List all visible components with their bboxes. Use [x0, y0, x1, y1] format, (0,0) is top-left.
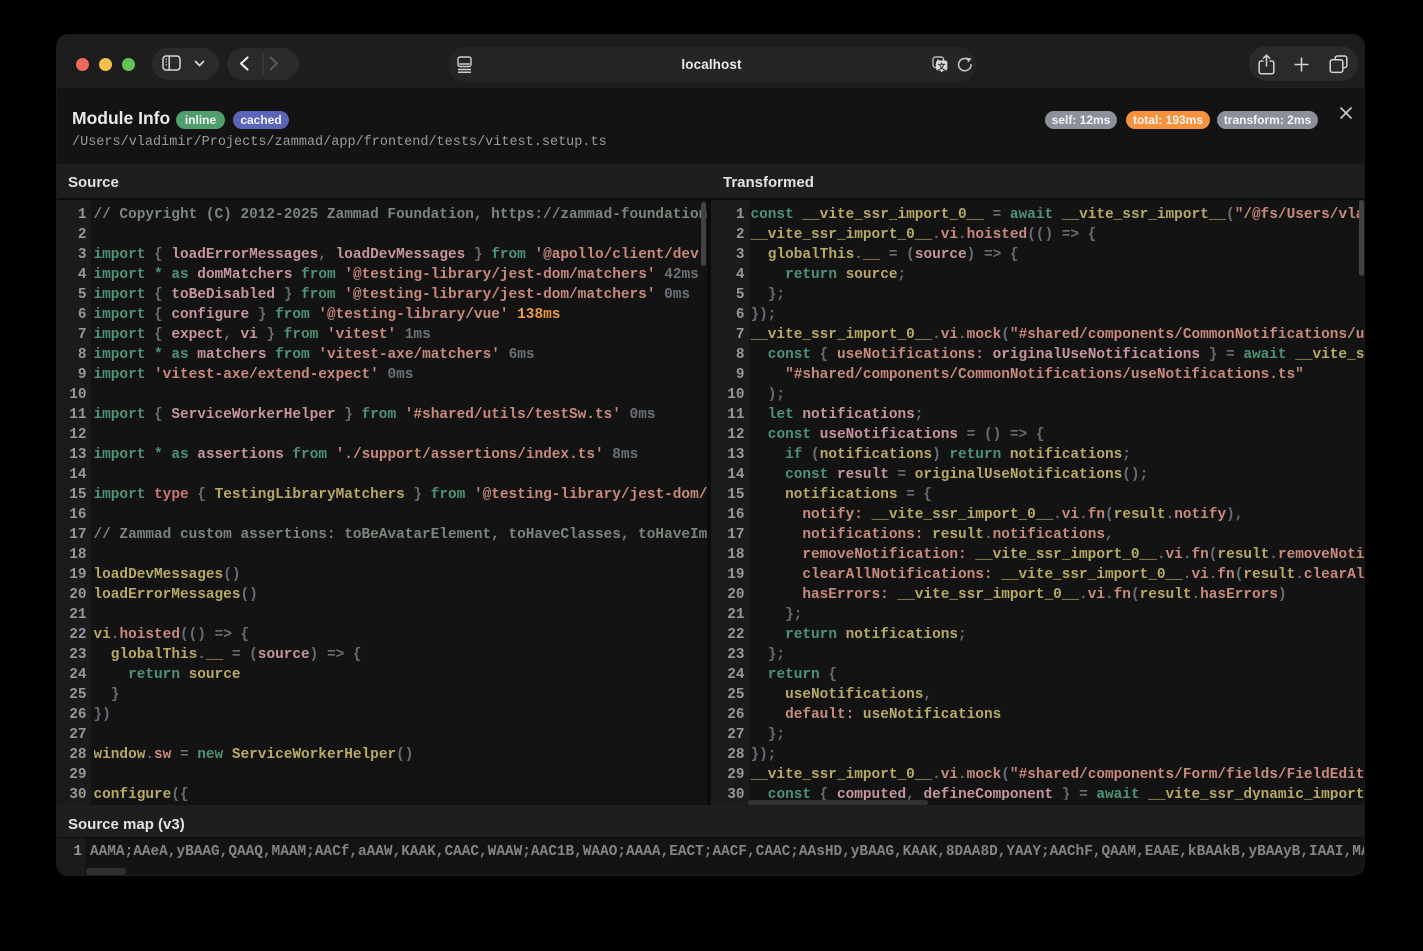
svg-text:文: 文	[937, 61, 946, 71]
